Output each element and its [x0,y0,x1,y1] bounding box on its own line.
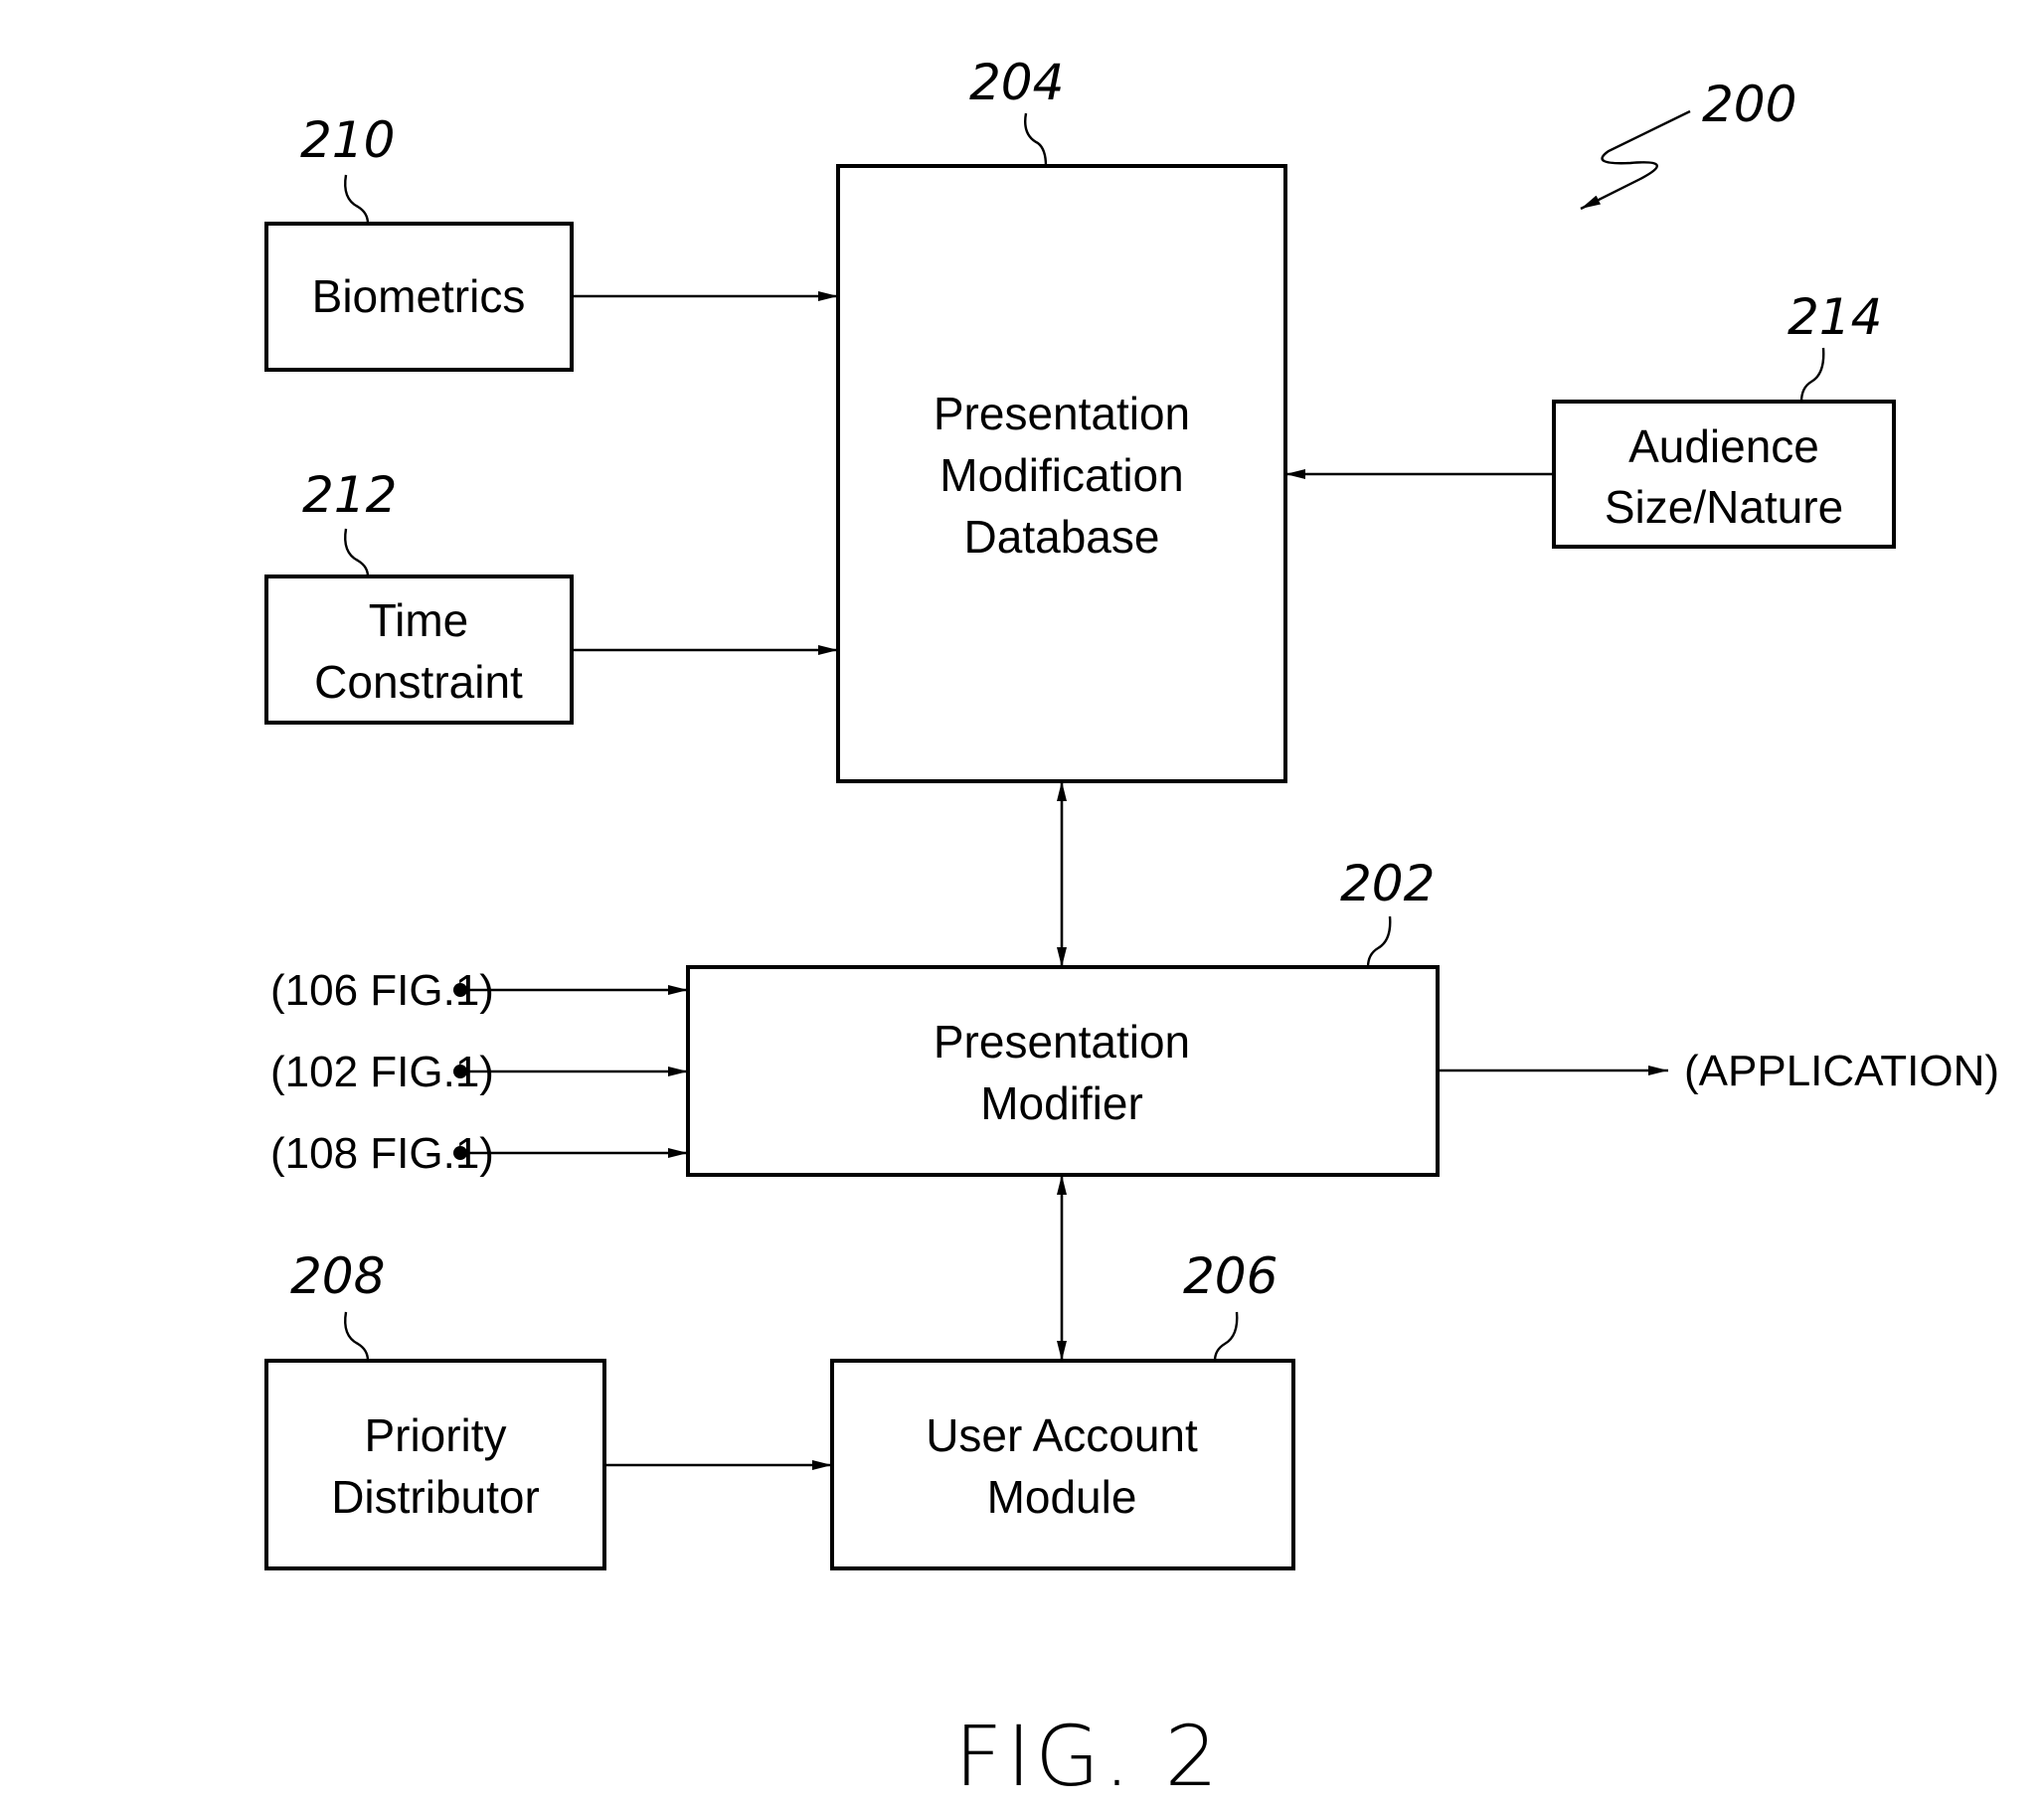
pm-database-label-line1: Presentation [934,388,1190,439]
pres-modifier-label-line2: Modifier [980,1077,1143,1129]
priority-label-line2: Distributor [331,1471,540,1523]
pm-database-label-line3: Database [964,511,1160,563]
biometrics-label: Biometrics [312,270,526,322]
time-constraint-label-line2: Constraint [314,656,523,708]
block-audience-size-nature: Audience Size/Nature 214 [1552,288,1896,549]
priority-box [264,1359,606,1570]
ref-214: 214 [1788,288,1882,346]
leader-206 [1213,1311,1239,1362]
ref-200-label: 200 [1702,76,1796,133]
figure-caption: FIG. 2 [954,1708,1222,1805]
block-priority-distributor: Priority Distributor 208 [264,1247,606,1570]
leader-210 [344,174,370,225]
priority-label-line1: Priority [364,1409,506,1461]
ref-204: 204 [969,54,1064,111]
pm-database-label-line2: Modification [939,449,1183,501]
output-application-label: (APPLICATION) [1684,1047,1999,1095]
leader-202 [1366,915,1392,968]
user-account-label-line2: Module [987,1471,1137,1523]
leader-204 [1024,112,1048,167]
lightning-arrow-icon [1580,109,1691,211]
figure-reference-200: 200 [1580,76,1796,211]
leader-214 [1799,347,1825,403]
block-diagram: 200 Biometrics 210 Time Constraint 212 P… [264,54,1999,1805]
leader-208 [344,1311,370,1362]
block-time-constraint: Time Constraint 212 [264,466,574,725]
pres-modifier-box [686,965,1440,1177]
external-input-108: (108 FIG.1) [270,1129,688,1178]
time-constraint-label-line1: Time [369,594,469,646]
block-presentation-modification-database: Presentation Modification 204 Database [836,54,1287,783]
audience-label-line2: Size/Nature [1605,481,1843,533]
external-input-102: (102 FIG.1) [270,1048,688,1096]
user-account-box [830,1359,1295,1570]
ref-206: 206 [1183,1247,1278,1305]
ref-212: 212 [302,466,397,524]
block-biometrics: Biometrics 210 [264,111,574,372]
ref-208: 208 [290,1247,385,1305]
leader-212 [344,528,370,577]
pres-modifier-label-line1: Presentation [934,1016,1190,1068]
ref-210: 210 [300,111,395,169]
user-account-label-line1: User Account [926,1409,1198,1461]
ref-202: 202 [1340,855,1435,912]
audience-label-line1: Audience [1628,420,1819,472]
external-input-106: (106 FIG.1) [270,966,688,1015]
